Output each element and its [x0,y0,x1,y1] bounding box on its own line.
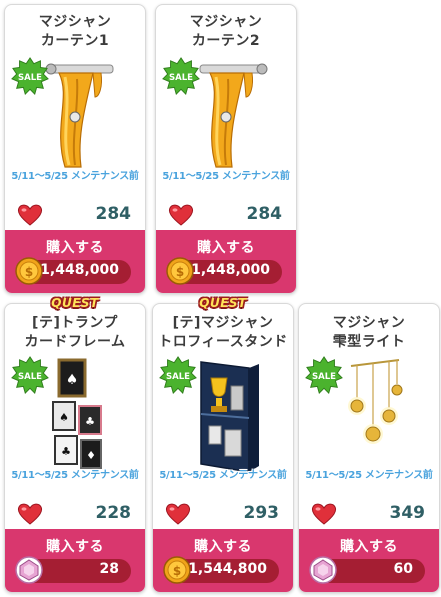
sale-badge-text: SALE [166,372,190,382]
item-title: マジシャン 雫型ライト [332,315,406,350]
item-card-card-frame[interactable]: [テ]トランプ カードフレーム SALE ♠ ♠ ♣ ♣ ♦ 5/11～5/25… [4,303,146,593]
gem-icon [15,556,43,584]
buy-button[interactable]: 購入する 60 [299,529,439,592]
item-card-trophy-stand[interactable]: [テ]マジシャン トロフィースタンド SALE 5/11～5/25 メンテナンス… [152,303,294,593]
like-count: 284 [95,204,132,224]
maintenance-notice: 5/11～5/25 メンテナンス前 [11,470,139,481]
quest-badge: QUEST [199,296,247,310]
svg-text:♣: ♣ [61,445,71,458]
drop-light-image [335,356,415,474]
buy-button-label: 購入する [197,240,255,256]
sale-badge-icon: SALE [11,356,49,394]
quest-badge: QUEST [51,296,99,310]
sale-badge-icon: SALE [159,356,197,394]
curtain-image [192,57,272,175]
coin-icon: $ [15,257,43,285]
buy-button[interactable]: 購入する 1,448,000 $ [156,230,296,293]
maintenance-notice: 5/11～5/25 メンテナンス前 [305,470,433,481]
trophy-stand-image [189,356,269,474]
item-title: [テ]マジシャン トロフィースタンド [158,315,288,350]
like-count: 349 [389,503,426,523]
buy-button[interactable]: 購入する 1,448,000 $ [5,230,145,293]
buy-button[interactable]: 購入する 1,544,800 $ [153,529,293,592]
buy-button-label: 購入する [46,240,104,256]
gem-icon [309,556,337,584]
price-value: 1,544,800 [188,561,267,577]
maintenance-notice: 5/11～5/25 メンテナンス前 [11,171,139,182]
sale-badge-icon: SALE [162,57,200,95]
buy-button-label: 購入する [340,539,398,555]
svg-text:♠: ♠ [59,411,69,424]
svg-text:$: $ [176,265,184,279]
price-value: 1,448,000 [191,262,270,278]
item-title: [テ]トランプ カードフレーム [24,315,126,350]
maintenance-notice: 5/11～5/25 メンテナンス前 [162,171,290,182]
sale-badge-text: SALE [169,73,193,83]
buy-button-label: 購入する [194,539,252,555]
svg-text:♠: ♠ [66,372,79,388]
like-count: 228 [95,503,132,523]
sale-badge-icon: SALE [305,356,343,394]
item-card-curtain-2[interactable]: マジシャン カーテン2 SALE 5/11～5/25 メンテナンス前 284 購… [155,4,297,294]
sale-badge-text: SALE [18,73,42,83]
price-value: 28 [99,561,119,577]
item-card-curtain-1[interactable]: マジシャン カーテン1 SALE 5/11～5/25 メンテナンス前 284 購… [4,4,146,294]
svg-text:$: $ [173,564,181,578]
coin-icon: $ [163,556,191,584]
heart-icon[interactable] [17,502,43,526]
like-count: 293 [243,503,280,523]
buy-button-label: 購入する [46,539,104,555]
svg-text:♣: ♣ [85,415,95,428]
heart-icon[interactable] [17,203,43,227]
like-count: 284 [246,204,283,224]
sale-badge-text: SALE [18,372,42,382]
svg-text:$: $ [25,265,33,279]
heart-icon[interactable] [168,203,194,227]
item-card-drop-light[interactable]: マジシャン 雫型ライト SALE 5/11～5/25 メンテナンス前 349 購… [298,303,440,593]
coin-icon: $ [166,257,194,285]
price-value: 60 [393,561,413,577]
buy-button[interactable]: 購入する 28 [5,529,145,592]
svg-text:♦: ♦ [86,449,96,462]
sale-badge-icon: SALE [11,57,49,95]
card-frame-image: ♠ ♠ ♣ ♣ ♦ [41,356,121,474]
item-title: マジシャン カーテン1 [38,14,112,49]
heart-icon[interactable] [165,502,191,526]
heart-icon[interactable] [311,502,337,526]
item-title: マジシャン カーテン2 [189,14,263,49]
maintenance-notice: 5/11～5/25 メンテナンス前 [159,470,287,481]
curtain-image [41,57,121,175]
price-value: 1,448,000 [40,262,119,278]
sale-badge-text: SALE [312,372,336,382]
